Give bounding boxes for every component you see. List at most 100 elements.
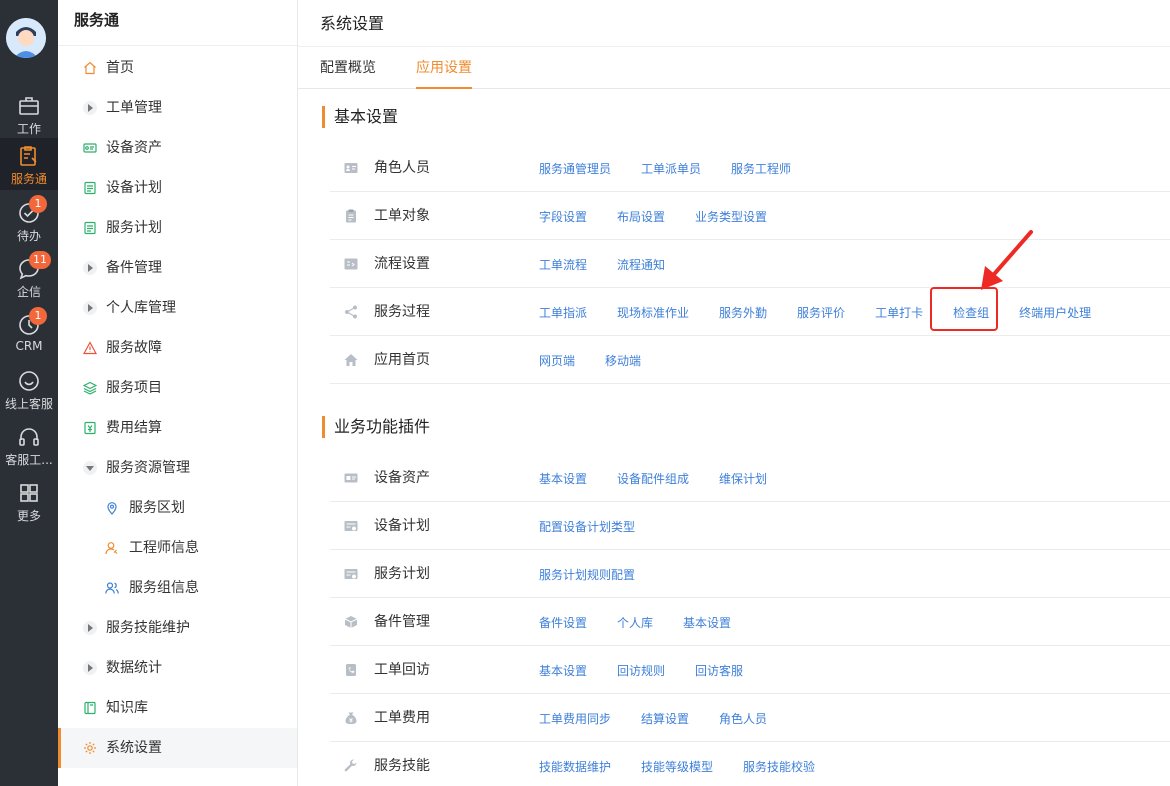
link-revisit-basic-settings[interactable]: 基本设置 (539, 647, 587, 695)
tab-app-settings[interactable]: 应用设置 (416, 47, 472, 89)
settings-row-links: 服务通管理员 工单派单员 服务工程师 (539, 144, 821, 192)
tab-config-overview[interactable]: 配置概览 (320, 47, 376, 89)
sidebar-item-service-items[interactable]: 服务项目 (58, 368, 297, 408)
section-title-basic-settings: 基本设置 (322, 106, 398, 128)
sidebar-item-spare-parts[interactable]: 备件管理 (58, 248, 297, 288)
rail-item-todo[interactable]: 待办 1 (0, 195, 58, 247)
id-card-icon (344, 163, 358, 173)
settings-row-label: 设备计划 (374, 518, 430, 534)
link-parts-settings[interactable]: 备件设置 (539, 599, 587, 647)
link-settlement-settings[interactable]: 结算设置 (641, 695, 689, 743)
link-basic-settings[interactable]: 基本设置 (539, 455, 587, 503)
sidebar-item-service-plan[interactable]: 服务计划 (58, 208, 297, 248)
rail-item-chat[interactable]: 企信 11 (0, 251, 58, 303)
group-icon (105, 582, 119, 594)
link-revisit-rules[interactable]: 回访规则 (617, 647, 665, 695)
caret-down-icon (83, 461, 97, 475)
link-service-plan-rules[interactable]: 服务计划规则配置 (539, 551, 635, 599)
link-onsite-standard-work[interactable]: 现场标准作业 (617, 289, 689, 337)
settings-row-label: 流程设置 (374, 256, 430, 272)
link-fee-roles[interactable]: 角色人员 (719, 695, 767, 743)
sidebar-item-statistics[interactable]: 数据统计 (58, 648, 297, 688)
rail-item-more[interactable]: 更多 (0, 475, 58, 527)
settings-row-label: 应用首页 (374, 352, 430, 368)
rail-item-work[interactable]: 工作 (0, 88, 58, 140)
money-icon (84, 421, 96, 435)
rail-item-crm[interactable]: CRM 1 (0, 307, 58, 359)
crm-badge: 1 (29, 307, 47, 325)
link-flow-notification[interactable]: 流程通知 (617, 241, 665, 289)
rail-item-online-service[interactable]: 线上客服 (0, 363, 58, 415)
sidebar-item-knowledge-base[interactable]: 知识库 (58, 688, 297, 728)
link-fee-sync[interactable]: 工单费用同步 (539, 695, 611, 743)
tab-bar: 配置概览 应用设置 (298, 47, 1170, 89)
link-web-client[interactable]: 网页端 (539, 337, 575, 385)
book-icon (84, 701, 96, 715)
link-skill-validation[interactable]: 服务技能校验 (743, 743, 815, 786)
doc-icon (84, 221, 96, 235)
sidebar-item-engineer-info[interactable]: 工程师信息 (58, 528, 297, 568)
sidebar-item-system-settings[interactable]: 系统设置 (58, 728, 297, 768)
link-inspection-group[interactable]: 检查组 (953, 289, 989, 337)
link-device-parts[interactable]: 设备配件组成 (617, 455, 689, 503)
link-dispatcher[interactable]: 工单派单员 (641, 145, 701, 193)
sidebar-item-skill-maintenance[interactable]: 服务技能维护 (58, 608, 297, 648)
sidebar-item-device-plan[interactable]: 设备计划 (58, 168, 297, 208)
link-revisit-agent[interactable]: 回访客服 (695, 647, 743, 695)
briefcase-icon (19, 97, 39, 115)
sidebar-item-service-group[interactable]: 服务组信息 (58, 568, 297, 608)
link-mobile-client[interactable]: 移动端 (605, 337, 641, 385)
settings-row-label: 工单对象 (374, 208, 430, 224)
link-device-plan-types[interactable]: 配置设备计划类型 (539, 503, 635, 551)
sidebar-item-personal-stock[interactable]: 个人库管理 (58, 288, 297, 328)
sidebar-title: 服务通 (58, 0, 297, 46)
gear-icon (84, 742, 96, 754)
link-ticket-flow[interactable]: 工单流程 (539, 241, 587, 289)
plan-icon (344, 569, 358, 579)
link-skill-data[interactable]: 技能数据维护 (539, 743, 611, 786)
link-service-engineer[interactable]: 服务工程师 (731, 145, 791, 193)
wrench-icon (344, 759, 357, 772)
rail-item-service-desk[interactable]: 客服工... (0, 419, 58, 471)
link-service-admin[interactable]: 服务通管理员 (539, 145, 611, 193)
settings-row-links: 工单费用同步 结算设置 角色人员 (539, 694, 797, 742)
settings-row-ticket-fee: 工单费用 工单费用同步 结算设置 角色人员 (330, 694, 1170, 742)
link-ticket-assign[interactable]: 工单指派 (539, 289, 587, 337)
sidebar-item-fee-settlement[interactable]: 费用结算 (58, 408, 297, 448)
link-business-type-settings[interactable]: 业务类型设置 (695, 193, 767, 241)
link-service-review[interactable]: 服务评价 (797, 289, 845, 337)
smile-chat-icon (19, 371, 39, 391)
caret-right-icon (83, 621, 97, 635)
flow-icon (344, 258, 358, 270)
link-field-service[interactable]: 服务外勤 (719, 289, 767, 337)
home-icon (84, 61, 96, 75)
link-field-settings[interactable]: 字段设置 (539, 193, 587, 241)
avatar[interactable] (6, 18, 46, 58)
sidebar-item-service-region[interactable]: 服务区划 (58, 488, 297, 528)
sidebar-item-ticket-management[interactable]: 工单管理 (58, 88, 297, 128)
settings-row-links: 基本设置 回访规则 回访客服 (539, 646, 773, 694)
share-nodes-icon (345, 305, 357, 319)
house-icon (344, 354, 358, 366)
sidebar-item-device-assets[interactable]: 设备资产 (58, 128, 297, 168)
box-icon (344, 616, 358, 628)
todo-badge: 1 (29, 195, 47, 213)
sidebar-item-service-resources[interactable]: 服务资源管理 (58, 448, 297, 488)
link-end-user-handling[interactable]: 终端用户处理 (1019, 289, 1091, 337)
rail-item-service[interactable]: 服务通 (0, 138, 58, 190)
settings-row-service-process: 服务过程 工单指派 现场标准作业 服务外勤 服务评价 工单打卡 检查组 终端用户处理 (330, 288, 1170, 336)
settings-row-links: 工单指派 现场标准作业 服务外勤 服务评价 工单打卡 检查组 终端用户处理 (539, 288, 1121, 336)
settings-row-ticket-object: 工单对象 字段设置 布局设置 业务类型设置 (330, 192, 1170, 240)
caret-right-icon (83, 261, 97, 275)
sidebar-item-home[interactable]: 首页 (58, 48, 297, 88)
link-layout-settings[interactable]: 布局设置 (617, 193, 665, 241)
link-personal-stock[interactable]: 个人库 (617, 599, 653, 647)
app-window: 工作 服务通 待办 1 企信 11 CRM 1 线上客服 客服工... 更多 服… (0, 0, 1170, 786)
location-icon (107, 502, 117, 515)
sidebar-item-service-fault[interactable]: 服务故障 (58, 328, 297, 368)
link-maintenance-plan[interactable]: 维保计划 (719, 455, 767, 503)
link-skill-level-model[interactable]: 技能等级模型 (641, 743, 713, 786)
link-ticket-checkin[interactable]: 工单打卡 (875, 289, 923, 337)
link-parts-basic-settings[interactable]: 基本设置 (683, 599, 731, 647)
device-card-icon (344, 473, 358, 483)
